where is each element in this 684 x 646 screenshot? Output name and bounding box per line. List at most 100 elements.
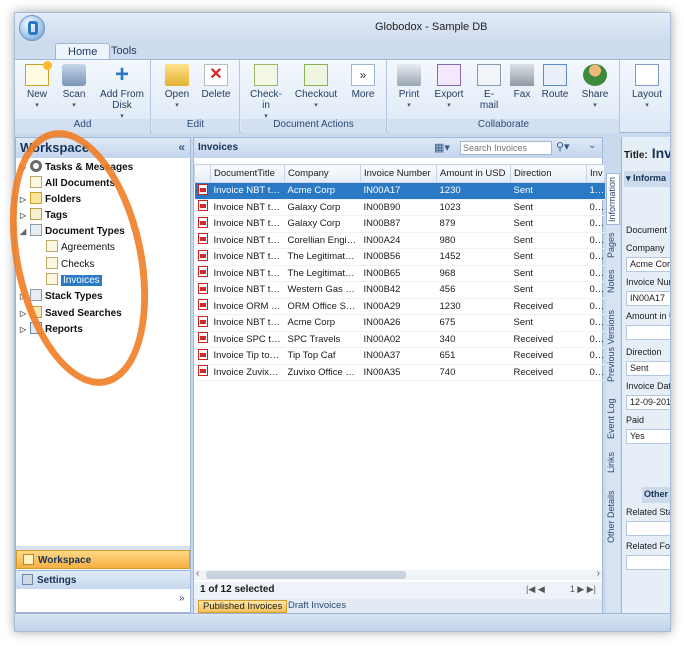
tab-tools[interactable]: Tools [99, 43, 149, 60]
expand-arrow-icon[interactable]: ▷ [20, 208, 30, 224]
tree-item-reports[interactable]: ▷ Reports [20, 322, 83, 338]
delete-button[interactable]: ✕ Delete [200, 64, 232, 100]
prev-page-icon[interactable]: ◀ [538, 584, 545, 594]
vtab-information[interactable]: Information [606, 173, 620, 225]
gear-icon [30, 160, 42, 172]
field-value-direction[interactable]: Sent [626, 361, 670, 376]
scrollbar-thumb[interactable] [206, 571, 406, 579]
new-button[interactable]: New ▾ [23, 61, 52, 111]
section-collapse-icon[interactable]: ▾ [626, 173, 631, 183]
share-user-icon [583, 64, 607, 86]
tree-item-tags[interactable]: ▷ Tags [20, 208, 68, 224]
vtab-pages[interactable]: Pages [606, 229, 620, 261]
print-button[interactable]: Print ▾ [394, 64, 424, 111]
expand-arrow-icon[interactable]: ▷ [20, 289, 30, 305]
share-button[interactable]: Share ▾ [578, 64, 612, 111]
search-icon[interactable]: ⚲▾ [556, 140, 570, 153]
cell-direction: Received [510, 298, 587, 315]
checkout-button[interactable]: Checkout ▾ [291, 64, 341, 111]
route-button[interactable]: Route [540, 64, 570, 100]
field-value-paid[interactable]: Yes [626, 429, 670, 444]
table-row[interactable]: Invoice NBT to... The Legitimate... IN00B6… [194, 265, 605, 282]
vtab-notes[interactable]: Notes [606, 265, 620, 297]
table-row[interactable]: Invoice NBT to... Corellian Engine... IN00… [194, 232, 605, 249]
information-section-header[interactable]: ▾ Informa [624, 171, 670, 187]
field-value-invoice-number[interactable]: IN00A17 [626, 291, 670, 306]
view-toggle-icon[interactable]: ▦▾ [434, 141, 450, 154]
next-page-icon[interactable]: ▶ [577, 584, 584, 594]
fax-button[interactable]: Fax [508, 64, 536, 100]
layout-button[interactable]: Layout ▾ [629, 64, 665, 111]
vtab-event-log[interactable]: Event Log [606, 395, 620, 443]
tree-item-all-documents[interactable]: All Documents [30, 176, 115, 192]
table-row[interactable]: Invoice NBT to... The Legitimate... IN00B5… [194, 248, 605, 266]
column-header-company[interactable]: Company [284, 164, 361, 183]
expand-arrow-icon[interactable]: ▷ [20, 192, 30, 208]
export-button[interactable]: Export ▾ [430, 64, 468, 111]
open-button[interactable]: Open ▾ [162, 64, 192, 111]
last-page-icon[interactable]: ▶| [587, 584, 596, 594]
column-header-document-title[interactable]: DocumentTitle [210, 164, 285, 183]
column-header-invoice-date[interactable]: Inv [586, 164, 605, 183]
field-value-related-stack[interactable] [626, 521, 670, 536]
email-button[interactable]: E-mail [476, 64, 502, 111]
tree-item-document-types[interactable]: ◢ Document Types [20, 224, 125, 240]
field-value-company[interactable]: Acme Corp [626, 257, 670, 272]
tree-item-tasks-messages[interactable]: ▷ Tasks & Messages [20, 160, 133, 176]
saved-search-icon [30, 306, 42, 318]
column-header-invoice-number[interactable]: Invoice Number [360, 164, 437, 183]
tree-label: Folders [45, 194, 82, 205]
scroll-left-icon[interactable]: ‹ [196, 568, 199, 579]
cell-invoice-date: 05- [586, 215, 605, 233]
documents-icon [30, 176, 42, 188]
nav-workspace-button[interactable]: Workspace [16, 550, 190, 569]
configure-buttons-icon[interactable]: » [179, 593, 185, 604]
vtab-other-details[interactable]: Other Details [606, 481, 620, 553]
search-input[interactable] [460, 141, 552, 155]
more-button[interactable]: » More [347, 64, 379, 100]
expand-down-icon[interactable]: ⌄ [588, 140, 596, 151]
vtab-links[interactable]: Links [606, 447, 620, 477]
collapse-pane-icon[interactable]: « [178, 140, 185, 154]
field-value-invoice-date[interactable]: 12-09-2013 [626, 395, 670, 410]
table-row[interactable]: Invoice NBT to... Galaxy Corp IN00B90 1023 S… [194, 199, 605, 216]
scan-button[interactable]: Scan ▾ [57, 64, 91, 111]
vtab-previous-versions[interactable]: Previous Versions [606, 301, 620, 391]
layout-label: Layout [631, 89, 663, 100]
horizontal-scrollbar[interactable]: ‹ › [194, 568, 602, 580]
settings-icon [22, 574, 33, 585]
tree-item-saved-searches[interactable]: ▷ Saved Searches [20, 306, 122, 322]
tab-draft-invoices[interactable]: Draft Invoices [284, 600, 350, 613]
check-in-button[interactable]: Check-in ▾ [247, 64, 285, 122]
tree-item-stack-types[interactable]: ▷ Stack Types [20, 289, 103, 305]
table-row[interactable]: Invoice Tip top t... Tip Top Caf IN00A37 65… [194, 347, 605, 365]
add-from-disk-button[interactable]: + Add From Disk ▾ [97, 63, 147, 122]
expand-arrow-icon[interactable]: ▷ [20, 322, 30, 338]
table-row[interactable]: Invoice SPC to... SPC Travels IN00A02 340 Re… [194, 331, 605, 348]
table-row[interactable]: Invoice NBT to... Western Gas &... IN00B42… [194, 281, 605, 299]
table-row[interactable]: Invoice NBT to... Acme Corp IN00A26 675 Sent… [194, 314, 605, 332]
printer-icon [397, 64, 421, 86]
tree-item-invoices[interactable]: Invoices [46, 273, 102, 289]
column-header-direction[interactable]: Direction [510, 164, 587, 183]
nav-settings-button[interactable]: Settings [16, 570, 190, 589]
collapse-arrow-icon[interactable]: ◢ [20, 224, 30, 240]
field-value-related-folder[interactable] [626, 555, 670, 570]
column-header-amount[interactable]: Amount in USD [436, 164, 511, 183]
table-row[interactable]: Invoice ORM to... ORM Office Sup... IN00A2… [194, 298, 605, 315]
cell-invoice-number: IN00B42 [360, 281, 437, 299]
other-section-header[interactable]: Other I [642, 487, 670, 503]
column-header-icon[interactable] [194, 164, 211, 183]
field-value-amount[interactable] [626, 325, 670, 340]
table-row[interactable]: Invoice Zuvixo t... Zuvixo Office Fu... IN… [194, 364, 605, 381]
tree-item-folders[interactable]: ▷ Folders [20, 192, 81, 208]
tab-published-invoices[interactable]: Published Invoices [198, 600, 288, 613]
first-page-icon[interactable]: |◀ [526, 584, 535, 594]
tree-item-checks[interactable]: Checks [46, 257, 94, 273]
table-row[interactable]: Invoice NBT to... Galaxy Corp IN00B87 879 Se… [194, 215, 605, 233]
tree-item-agreements[interactable]: Agreements [46, 240, 115, 256]
expand-arrow-icon[interactable]: ▷ [20, 160, 30, 176]
expand-arrow-icon[interactable]: ▷ [20, 306, 30, 322]
table-row[interactable]: Invoice NBT to... Acme Corp IN00A17 1230 Sen… [194, 182, 605, 200]
scroll-right-icon[interactable]: › [597, 568, 600, 579]
